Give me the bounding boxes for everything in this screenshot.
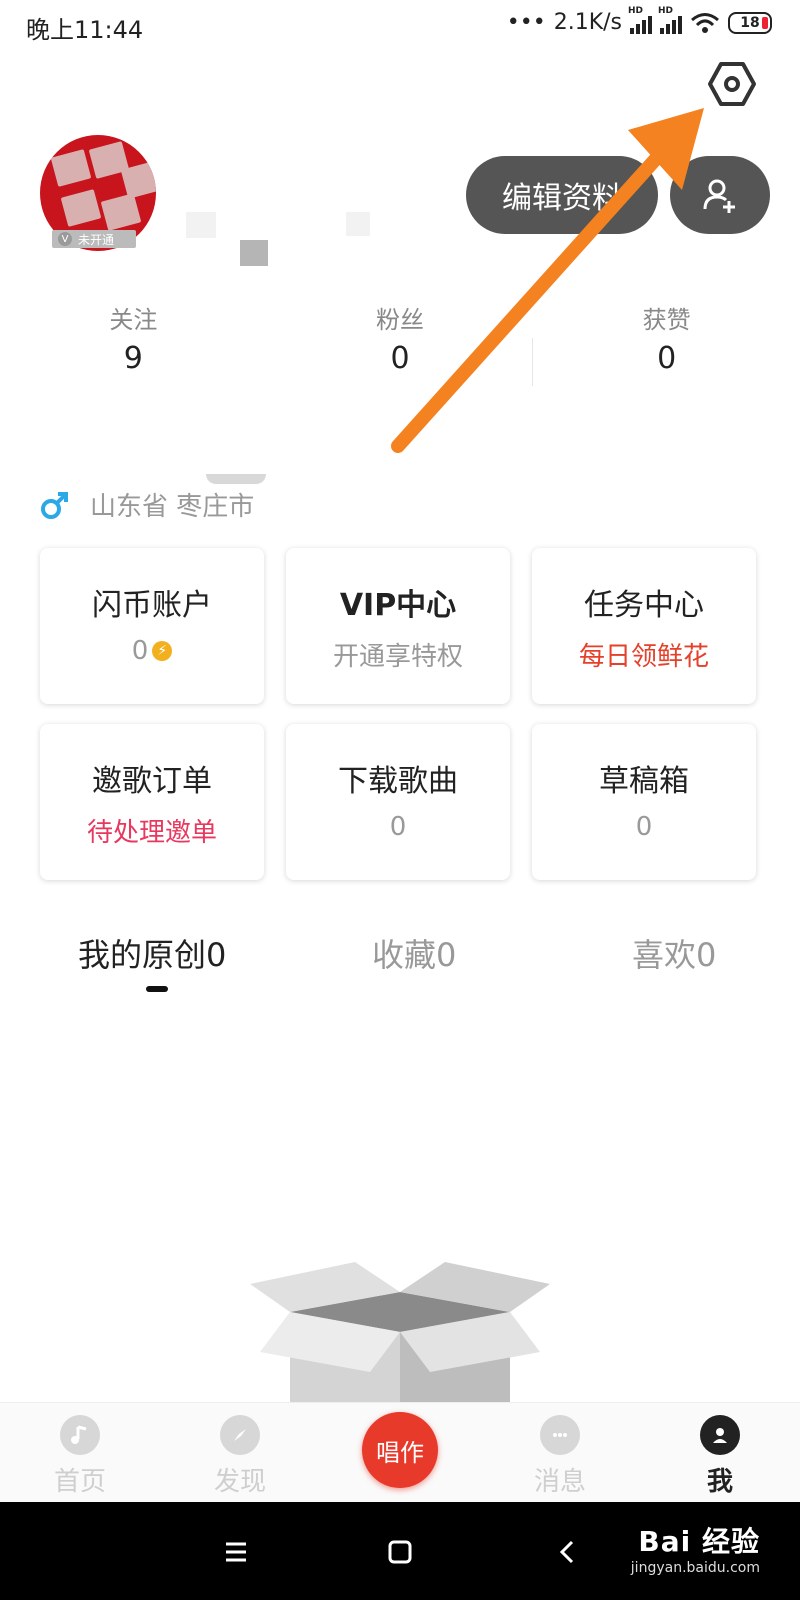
vip-tag-label: 未开通 — [78, 232, 115, 247]
vip-status-tag: V 未开通 — [52, 230, 136, 248]
stat-label: 关注 — [109, 306, 158, 334]
more-dots-icon: ••• — [506, 10, 546, 35]
nav-discover[interactable]: 发现 — [190, 1415, 290, 1498]
card-invite-orders[interactable]: 邀歌订单 待处理邀单 — [40, 724, 264, 880]
signal-icon-2: HD — [658, 6, 682, 34]
profile-stats: 关注 9 粉丝 0 获赞 0 — [0, 300, 800, 390]
card-downloads[interactable]: 下载歌曲 0 — [286, 724, 510, 880]
tab-label: 收藏 — [372, 936, 437, 974]
blurred-name-3 — [240, 240, 268, 266]
card-title: 下载歌曲 — [338, 764, 458, 799]
nav-me[interactable]: 我 — [670, 1415, 770, 1498]
tab-count: 0 — [696, 936, 717, 974]
card-sub: 0 ⚡ — [40, 636, 264, 666]
tab-favorites[interactable]: 收藏0 — [372, 930, 456, 976]
location-row: 山东省 枣庄市 — [40, 486, 254, 523]
nav-home[interactable]: 首页 — [30, 1415, 130, 1498]
male-icon — [41, 491, 68, 519]
card-title: 邀歌订单 — [92, 764, 212, 799]
stat-value: 9 — [123, 341, 143, 376]
tab-label: 喜欢 — [632, 936, 697, 974]
person-icon — [700, 1415, 740, 1455]
menu-icon[interactable] — [216, 1532, 256, 1572]
tab-original[interactable]: 我的原创0 — [78, 930, 226, 976]
add-friend-button[interactable] — [670, 156, 770, 234]
network-speed: 2.1K/s — [553, 10, 622, 35]
baidu-watermark: Bai 经验 jingyan.baidu.com — [631, 1520, 760, 1576]
card-title: 草稿箱 — [599, 764, 689, 799]
card-title: 闪币账户 — [92, 588, 212, 623]
tab-count: 0 — [436, 936, 457, 974]
card-coin-account[interactable]: 闪币账户 0 ⚡ — [40, 548, 264, 704]
create-song-button[interactable]: 唱作 — [362, 1412, 438, 1488]
status-icons: ••• 2.1K/s HD HD 18 — [506, 6, 772, 35]
watermark-brand: Bai 经验 — [638, 1525, 760, 1558]
stat-label: 粉丝 — [376, 306, 424, 334]
card-task-center[interactable]: 任务中心 每日领鲜花 — [532, 548, 756, 704]
blurred-name — [186, 212, 216, 238]
stat-value: 0 — [657, 341, 677, 376]
content-tabs: 我的原创0 收藏0 喜欢0 — [0, 930, 800, 990]
tab-count: 0 — [206, 936, 227, 974]
nav-label: 发现 — [213, 1467, 266, 1497]
stat-label: 获赞 — [642, 306, 691, 334]
status-bar: 晚上11:44 ••• 2.1K/s HD HD 18 — [0, 0, 800, 50]
card-sub: 0 — [389, 812, 407, 842]
home-square-icon[interactable] — [380, 1532, 420, 1572]
settings-hexagon-icon — [708, 62, 756, 106]
card-sub: 开通享特权 — [332, 642, 463, 672]
nav-label: 消息 — [533, 1467, 586, 1497]
tab-label: 我的原创 — [78, 936, 207, 974]
coin-icon: ⚡ — [152, 641, 173, 661]
settings-button[interactable] — [706, 58, 758, 110]
chat-icon — [540, 1415, 580, 1455]
edit-profile-button[interactable]: 编辑资料 — [466, 156, 658, 234]
tab-likes[interactable]: 喜欢0 — [632, 930, 716, 976]
add-user-icon — [703, 179, 735, 213]
wifi-icon — [691, 12, 719, 33]
tab-indicator — [146, 986, 168, 992]
location-text: 山东省 枣庄市 — [90, 492, 255, 522]
card-vip-center[interactable]: VIP中心 开通享特权 — [286, 548, 510, 704]
card-sub: 每日领鲜花 — [578, 642, 709, 672]
card-sub: 待处理邀单 — [86, 818, 217, 848]
nav-label: 我 — [706, 1467, 733, 1497]
empty-box-illustration — [250, 1262, 550, 1402]
watermark-url: jingyan.baidu.com — [630, 1560, 760, 1576]
signal-icon: HD — [628, 6, 652, 34]
blurred-decoration — [206, 474, 266, 484]
blurred-name-2 — [346, 212, 370, 236]
stat-value: 0 — [390, 341, 410, 376]
divider — [532, 338, 533, 386]
status-time: 晚上11:44 — [26, 16, 144, 44]
compass-icon — [220, 1415, 260, 1455]
nav-messages[interactable]: 消息 — [510, 1415, 610, 1498]
card-title: VIP中心 — [339, 588, 457, 623]
battery-icon: 18 — [728, 11, 772, 34]
vip-v-icon: V — [58, 232, 72, 246]
card-title: 任务中心 — [584, 588, 704, 623]
card-drafts[interactable]: 草稿箱 0 — [532, 724, 756, 880]
annotation-arrow — [391, 108, 704, 453]
coin-count: 0 — [131, 636, 149, 666]
stat-fans[interactable]: 粉丝 0 — [267, 300, 534, 390]
back-icon[interactable] — [548, 1532, 588, 1572]
card-sub: 0 — [635, 812, 653, 842]
nav-label: 首页 — [53, 1467, 106, 1497]
system-nav-bar: Bai 经验 jingyan.baidu.com — [0, 1502, 800, 1600]
stat-likes[interactable]: 获赞 0 — [533, 300, 800, 390]
music-note-icon — [60, 1415, 100, 1455]
stat-following[interactable]: 关注 9 — [0, 300, 267, 390]
